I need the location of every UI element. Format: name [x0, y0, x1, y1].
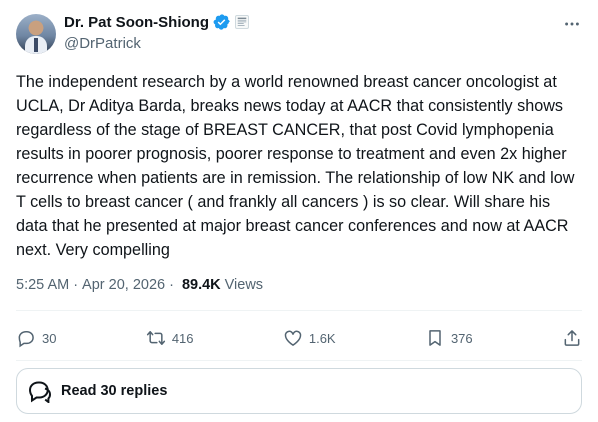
tweet-date[interactable]: Apr 20, 2026 [82, 277, 165, 293]
share-button[interactable] [562, 328, 582, 348]
read-replies-label: Read 30 replies [61, 383, 168, 399]
affiliate-badge-icon[interactable] [235, 15, 249, 29]
tweet-header: Dr. Pat Soon-Shiong @DrPatrick [16, 12, 582, 56]
bookmark-count: 376 [450, 330, 473, 346]
bookmark-icon [429, 330, 441, 346]
repost-icon [146, 331, 165, 345]
reply-button[interactable]: 30 [16, 328, 56, 348]
tweet-meta: 5:25 AM · Apr 20, 2026 · 89.4K Views [16, 277, 263, 293]
divider [16, 310, 582, 311]
verified-badge-icon[interactable] [213, 13, 231, 31]
author-info: Dr. Pat Soon-Shiong @DrPatrick [64, 12, 249, 52]
meta-separator: · [73, 277, 79, 293]
like-icon [284, 330, 302, 346]
read-replies-button[interactable]: Read 30 replies [16, 368, 582, 414]
tweet-text: The independent research by a world reno… [16, 73, 579, 259]
avatar[interactable] [16, 14, 56, 54]
avatar-tie [34, 38, 38, 52]
tweet-time[interactable]: 5:25 AM [16, 277, 69, 293]
author-name[interactable]: Dr. Pat Soon-Shiong [64, 14, 209, 31]
meta-separator: · [169, 277, 174, 293]
views-count: 89.4K [181, 277, 221, 293]
repost-button[interactable]: 416 [146, 328, 194, 348]
views-label: Views [224, 277, 264, 293]
bookmark-button[interactable]: 376 [425, 328, 473, 348]
share-icon [564, 330, 580, 346]
author-handle[interactable]: @DrPatrick [64, 35, 249, 52]
reply-count: 30 [42, 330, 57, 346]
repost-count: 416 [171, 330, 194, 346]
speech-bubble-icon [28, 381, 52, 403]
divider [16, 360, 582, 361]
reply-icon [18, 331, 34, 348]
like-button[interactable]: 1.6K [283, 328, 336, 348]
like-count: 1.6K [308, 330, 336, 346]
more-icon[interactable] [562, 14, 582, 34]
action-bar: 30 416 1.6K 376 [16, 322, 582, 354]
